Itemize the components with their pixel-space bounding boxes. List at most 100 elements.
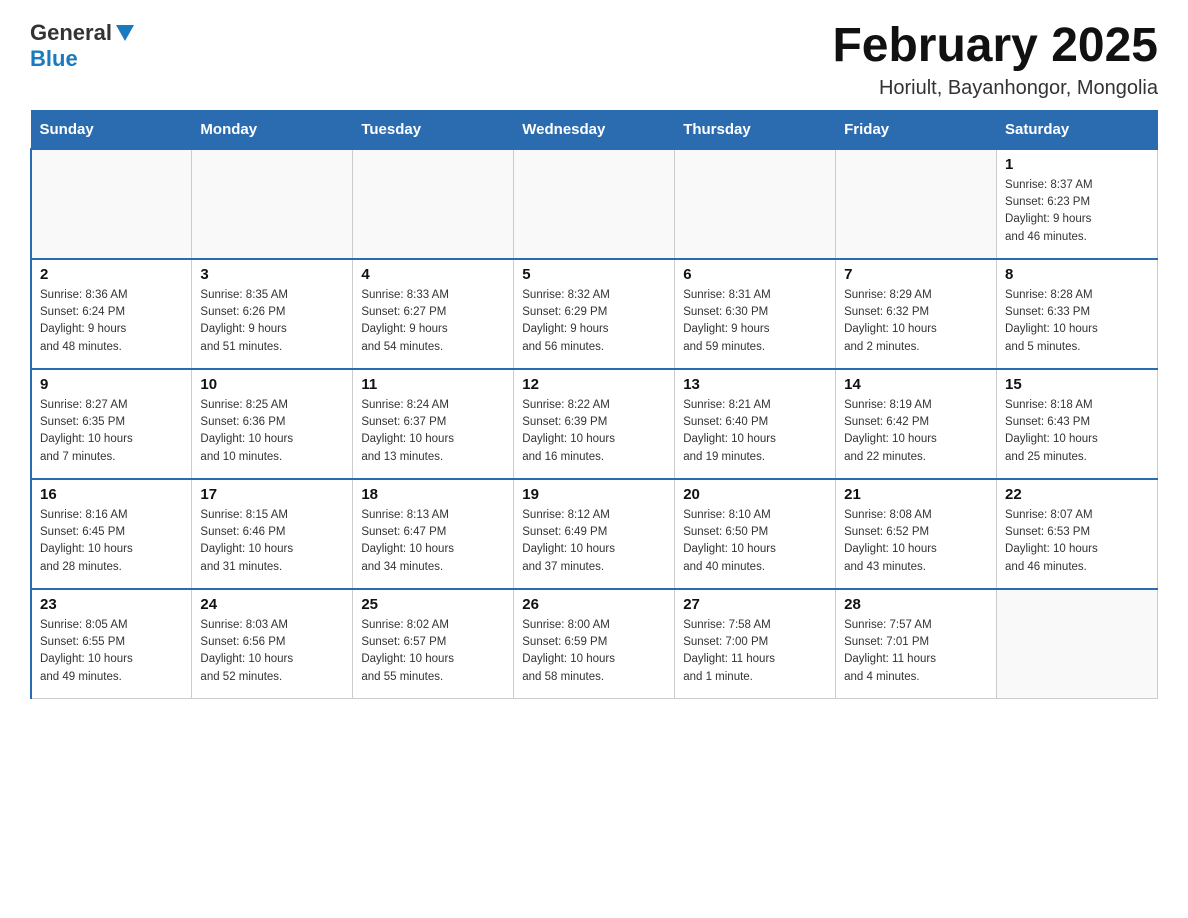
day-info: Sunrise: 8:05 AM Sunset: 6:55 PM Dayligh… [40, 617, 183, 686]
calendar-cell [675, 149, 836, 259]
calendar-cell: 5Sunrise: 8:32 AM Sunset: 6:29 PM Daylig… [514, 259, 675, 369]
day-info: Sunrise: 8:31 AM Sunset: 6:30 PM Dayligh… [683, 287, 827, 356]
day-number: 10 [200, 376, 344, 393]
logo-blue-text: Blue [30, 46, 78, 72]
day-info: Sunrise: 8:32 AM Sunset: 6:29 PM Dayligh… [522, 287, 666, 356]
day-number: 11 [361, 376, 505, 393]
calendar-cell: 13 Sunrise: 8:21 AM Sunset: 6:40 PM Dayli… [675, 369, 836, 479]
day-number: 27 [683, 596, 827, 613]
calendar-cell [836, 149, 997, 259]
week-row: 1 Sunrise: 8:37 AM Sunset: 6:23 PM Daylig… [31, 149, 1158, 259]
month-title: February 2025 [832, 20, 1158, 73]
day-number: 22 [1005, 486, 1149, 503]
week-row: 9 Sunrise: 8:27 AM Sunset: 6:35 PM Daylig… [31, 369, 1158, 479]
day-info: Sunrise: 8:08 AM Sunset: 6:52 PM Dayligh… [844, 507, 988, 576]
day-info: Sunrise: 8:25 AM Sunset: 6:36 PM Dayligh… [200, 397, 344, 466]
day-info: Sunrise: 8:02 AM Sunset: 6:57 PM Dayligh… [361, 617, 505, 686]
day-info: Sunrise: 8:18 AM Sunset: 6:43 PM Dayligh… [1005, 397, 1149, 466]
calendar-day-header: Sunday [31, 110, 192, 149]
day-number: 2 [40, 266, 183, 283]
day-number: 6 [683, 266, 827, 283]
day-info: Sunrise: 8:19 AM Sunset: 6:42 PM Dayligh… [844, 397, 988, 466]
calendar-cell: 17 Sunrise: 8:15 AM Sunset: 6:46 PM Dayli… [192, 479, 353, 589]
calendar-cell [514, 149, 675, 259]
calendar-cell: 4 Sunrise: 8:33 AM Sunset: 6:27 PM Daylig… [353, 259, 514, 369]
calendar-cell: 28 Sunrise: 7:57 AM Sunset: 7:01 PM Dayli… [836, 589, 997, 699]
calendar-cell [997, 589, 1158, 699]
title-section: February 2025 Horiult, Bayanhongor, Mong… [832, 20, 1158, 100]
logo-icon: General Blue [30, 20, 136, 72]
calendar-cell: 10 Sunrise: 8:25 AM Sunset: 6:36 PM Dayli… [192, 369, 353, 479]
calendar-cell: 2 Sunrise: 8:36 AM Sunset: 6:24 PM Daylig… [31, 259, 192, 369]
calendar-cell: 25 Sunrise: 8:02 AM Sunset: 6:57 PM Dayli… [353, 589, 514, 699]
calendar-cell: 16 Sunrise: 8:16 AM Sunset: 6:45 PM Dayli… [31, 479, 192, 589]
day-number: 16 [40, 486, 183, 503]
day-number: 14 [844, 376, 988, 393]
day-number: 23 [40, 596, 183, 613]
day-number: 3 [200, 266, 344, 283]
calendar-cell: 8Sunrise: 8:28 AM Sunset: 6:33 PM Daylig… [997, 259, 1158, 369]
calendar-cell [353, 149, 514, 259]
calendar-cell [31, 149, 192, 259]
day-number: 25 [361, 596, 505, 613]
page-header: General Blue February 2025 Horiult, Baya… [30, 20, 1158, 100]
day-info: Sunrise: 8:07 AM Sunset: 6:53 PM Dayligh… [1005, 507, 1149, 576]
calendar-cell: 18 Sunrise: 8:13 AM Sunset: 6:47 PM Dayli… [353, 479, 514, 589]
week-row: 16 Sunrise: 8:16 AM Sunset: 6:45 PM Dayli… [31, 479, 1158, 589]
calendar-day-header: Wednesday [514, 110, 675, 149]
calendar-cell: 24Sunrise: 8:03 AM Sunset: 6:56 PM Dayli… [192, 589, 353, 699]
calendar-header-row: SundayMondayTuesdayWednesdayThursdayFrid… [31, 110, 1158, 149]
calendar-cell: 15 Sunrise: 8:18 AM Sunset: 6:43 PM Dayli… [997, 369, 1158, 479]
day-info: Sunrise: 8:24 AM Sunset: 6:37 PM Dayligh… [361, 397, 505, 466]
day-info: Sunrise: 8:13 AM Sunset: 6:47 PM Dayligh… [361, 507, 505, 576]
calendar-day-header: Thursday [675, 110, 836, 149]
day-number: 13 [683, 376, 827, 393]
day-number: 4 [361, 266, 505, 283]
day-info: Sunrise: 7:57 AM Sunset: 7:01 PM Dayligh… [844, 617, 988, 686]
calendar-cell: 7Sunrise: 8:29 AM Sunset: 6:32 PM Daylig… [836, 259, 997, 369]
day-number: 12 [522, 376, 666, 393]
day-info: Sunrise: 8:35 AM Sunset: 6:26 PM Dayligh… [200, 287, 344, 356]
day-info: Sunrise: 8:16 AM Sunset: 6:45 PM Dayligh… [40, 507, 183, 576]
day-info: Sunrise: 8:22 AM Sunset: 6:39 PM Dayligh… [522, 397, 666, 466]
calendar-cell: 1 Sunrise: 8:37 AM Sunset: 6:23 PM Daylig… [997, 149, 1158, 259]
calendar-cell: 19Sunrise: 8:12 AM Sunset: 6:49 PM Dayli… [514, 479, 675, 589]
day-info: Sunrise: 8:12 AM Sunset: 6:49 PM Dayligh… [522, 507, 666, 576]
calendar-day-header: Tuesday [353, 110, 514, 149]
calendar-cell: 20 Sunrise: 8:10 AM Sunset: 6:50 PM Dayli… [675, 479, 836, 589]
calendar-cell: 9 Sunrise: 8:27 AM Sunset: 6:35 PM Daylig… [31, 369, 192, 479]
day-info: Sunrise: 8:29 AM Sunset: 6:32 PM Dayligh… [844, 287, 988, 356]
calendar-cell: 27 Sunrise: 7:58 AM Sunset: 7:00 PM Dayli… [675, 589, 836, 699]
calendar-cell: 21Sunrise: 8:08 AM Sunset: 6:52 PM Dayli… [836, 479, 997, 589]
week-row: 23 Sunrise: 8:05 AM Sunset: 6:55 PM Dayli… [31, 589, 1158, 699]
day-info: Sunrise: 8:15 AM Sunset: 6:46 PM Dayligh… [200, 507, 344, 576]
calendar-day-header: Monday [192, 110, 353, 149]
calendar-cell: 14 Sunrise: 8:19 AM Sunset: 6:42 PM Dayli… [836, 369, 997, 479]
logo-arrow-icon [114, 23, 136, 45]
calendar-cell: 22 Sunrise: 8:07 AM Sunset: 6:53 PM Dayli… [997, 479, 1158, 589]
day-info: Sunrise: 8:36 AM Sunset: 6:24 PM Dayligh… [40, 287, 183, 356]
day-info: Sunrise: 7:58 AM Sunset: 7:00 PM Dayligh… [683, 617, 827, 686]
calendar-day-header: Friday [836, 110, 997, 149]
day-info: Sunrise: 8:33 AM Sunset: 6:27 PM Dayligh… [361, 287, 505, 356]
day-info: Sunrise: 8:27 AM Sunset: 6:35 PM Dayligh… [40, 397, 183, 466]
day-info: Sunrise: 8:37 AM Sunset: 6:23 PM Dayligh… [1005, 177, 1149, 246]
day-info: Sunrise: 8:03 AM Sunset: 6:56 PM Dayligh… [200, 617, 344, 686]
day-number: 20 [683, 486, 827, 503]
calendar-cell: 23 Sunrise: 8:05 AM Sunset: 6:55 PM Dayli… [31, 589, 192, 699]
day-number: 1 [1005, 156, 1149, 173]
calendar-cell: 6 Sunrise: 8:31 AM Sunset: 6:30 PM Daylig… [675, 259, 836, 369]
day-info: Sunrise: 8:10 AM Sunset: 6:50 PM Dayligh… [683, 507, 827, 576]
day-number: 18 [361, 486, 505, 503]
calendar-cell: 12 Sunrise: 8:22 AM Sunset: 6:39 PM Dayli… [514, 369, 675, 479]
day-number: 15 [1005, 376, 1149, 393]
day-number: 9 [40, 376, 183, 393]
calendar-cell [192, 149, 353, 259]
week-row: 2 Sunrise: 8:36 AM Sunset: 6:24 PM Daylig… [31, 259, 1158, 369]
day-number: 8 [1005, 266, 1149, 283]
day-number: 28 [844, 596, 988, 613]
logo-general-text: General [30, 20, 112, 46]
logo: General Blue [30, 20, 136, 72]
day-number: 17 [200, 486, 344, 503]
day-info: Sunrise: 8:21 AM Sunset: 6:40 PM Dayligh… [683, 397, 827, 466]
